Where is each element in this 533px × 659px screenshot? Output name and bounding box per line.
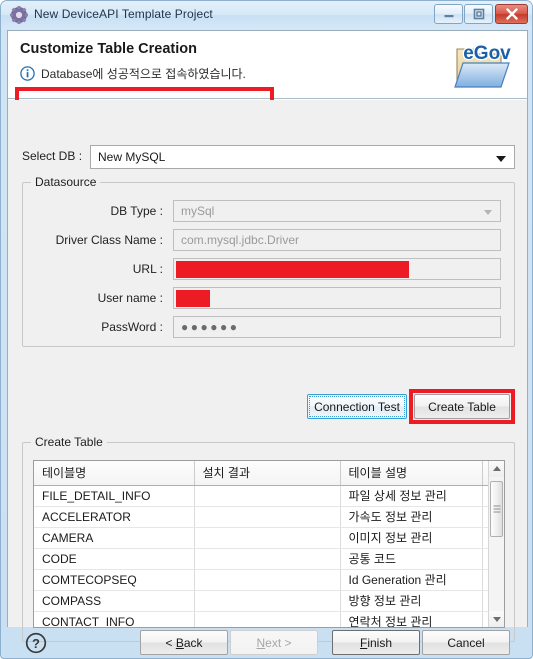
cell-install-result — [194, 506, 341, 528]
info-icon — [20, 66, 35, 81]
cell-table-desc: 가속도 정보 관리 — [340, 506, 483, 528]
table-list[interactable]: 테이블명 설치 결과 테이블 설명 FILE_DETAIL_INFO 파일 상세 … — [33, 460, 505, 628]
wizard-page: Customize Table Creation Database에 성공적으로… — [7, 30, 528, 642]
cell-table-desc: 연락처 정보 관리 — [340, 611, 483, 627]
create-table-button[interactable]: Create Table — [414, 394, 510, 419]
minimize-icon — [444, 15, 453, 18]
application-window: New DeviceAPI Template Project Customize… — [0, 0, 533, 659]
wizard-content: Select DB : New MySQL Datasource DB Type… — [8, 100, 527, 642]
table-row[interactable]: COMTECOPSEQ Id Generation 관리 — [34, 569, 492, 591]
datasource-legend: Datasource — [31, 175, 101, 189]
finish-button-label: Finish — [359, 635, 393, 650]
select-db-label: Select DB : — [22, 149, 83, 163]
cell-table-name: CODE — [34, 548, 195, 570]
table-row[interactable]: COMPASS 방향 정보 관리 — [34, 590, 492, 612]
restore-icon — [473, 8, 484, 20]
next-button: Next > — [230, 630, 318, 655]
table-row[interactable]: ACCELERATOR 가속도 정보 관리 — [34, 506, 492, 528]
cell-install-result — [194, 527, 341, 549]
finish-button[interactable]: Finish — [332, 630, 420, 655]
username-field[interactable] — [173, 287, 501, 309]
gear-icon — [10, 6, 28, 24]
cell-table-name: COMPASS — [34, 590, 195, 612]
caret-down-icon — [492, 617, 501, 622]
vertical-scrollbar[interactable] — [488, 461, 504, 627]
table-header-row: 테이블명 설치 결과 테이블 설명 — [34, 461, 492, 486]
egov-logo: eGov — [454, 42, 512, 88]
caret-up-icon — [492, 466, 501, 471]
url-redaction — [176, 261, 409, 278]
back-button-label: < Back — [165, 635, 203, 650]
back-button[interactable]: < Back — [140, 630, 228, 655]
restore-button[interactable] — [464, 4, 493, 24]
table-row[interactable]: CONTACT_INFO 연락처 정보 관리 — [34, 611, 492, 627]
password-field[interactable]: ●●●●●● — [173, 316, 501, 338]
select-db-combo[interactable]: New MySQL — [90, 145, 515, 169]
cancel-button[interactable]: Cancel — [422, 630, 510, 655]
create-table-group: Create Table 테이블명 설치 결과 테이블 설명 FILE_DETA… — [22, 435, 515, 642]
status-message: Database에 성공적으로 접속하였습니다. — [20, 64, 246, 83]
cell-table-desc: Id Generation 관리 — [340, 569, 483, 591]
scrollbar-thumb[interactable] — [490, 481, 503, 537]
window-title: New DeviceAPI Template Project — [34, 7, 213, 21]
cell-table-desc: 파일 상세 정보 관리 — [340, 485, 483, 507]
next-button-label: Next > — [256, 635, 292, 650]
cell-table-name: CONTACT_INFO — [34, 611, 195, 627]
wizard-header: Customize Table Creation Database에 성공적으로… — [8, 31, 527, 111]
egov-logo-text: eGov — [463, 43, 511, 64]
table-row[interactable]: CAMERA 이미지 정보 관리 — [34, 527, 492, 549]
create-table-legend: Create Table — [31, 435, 107, 449]
driver-class-label: Driver Class Name : — [55, 233, 163, 247]
password-value: ●●●●●● — [181, 320, 240, 334]
driver-class-field: com.mysql.jdbc.Driver — [173, 229, 501, 251]
wizard-button-bar: ? < Back Next > Finish Cancel — [7, 628, 528, 658]
url-label: URL : — [132, 262, 163, 276]
status-message-text: Database에 성공적으로 접속하였습니다. — [41, 67, 246, 81]
chevron-down-icon — [496, 156, 506, 162]
username-label: User name : — [97, 291, 163, 305]
db-type-field: mySql — [173, 200, 501, 222]
cell-table-desc: 이미지 정보 관리 — [340, 527, 483, 549]
cell-table-name: ACCELERATOR — [34, 506, 195, 528]
cell-install-result — [194, 485, 341, 507]
table-row[interactable]: FILE_DETAIL_INFO 파일 상세 정보 관리 — [34, 485, 492, 507]
cell-table-desc: 방향 정보 관리 — [340, 590, 483, 612]
db-type-value: mySql — [181, 204, 215, 218]
cell-install-result — [194, 611, 341, 627]
minimize-button[interactable] — [434, 4, 463, 24]
scroll-down-button[interactable] — [489, 611, 504, 627]
cell-install-result — [194, 590, 341, 612]
driver-class-value: com.mysql.jdbc.Driver — [181, 233, 300, 247]
url-field[interactable] — [173, 258, 501, 280]
password-label: PassWord : — [101, 320, 163, 334]
help-icon[interactable]: ? — [25, 632, 47, 654]
username-redaction — [176, 290, 210, 307]
cell-install-result — [194, 548, 341, 570]
page-title: Customize Table Creation — [20, 41, 197, 57]
cell-install-result — [194, 569, 341, 591]
svg-text:?: ? — [32, 636, 40, 651]
db-type-label: DB Type : — [110, 204, 163, 218]
title-bar: New DeviceAPI Template Project — [1, 1, 532, 29]
table-grid: 테이블명 설치 결과 테이블 설명 FILE_DETAIL_INFO 파일 상세 … — [34, 461, 492, 627]
connection-test-button[interactable]: Connection Test — [307, 394, 407, 419]
cell-table-desc: 공통 코드 — [340, 548, 483, 570]
column-header-table-name[interactable]: 테이블명 — [34, 461, 195, 486]
close-icon — [505, 8, 518, 20]
table-row[interactable]: CODE 공통 코드 — [34, 548, 492, 570]
cell-table-name: CAMERA — [34, 527, 195, 549]
cell-table-name: FILE_DETAIL_INFO — [34, 485, 195, 507]
datasource-group: Datasource DB Type : mySql Driver Class … — [22, 175, 515, 347]
chevron-down-icon — [484, 210, 492, 215]
column-header-install-result[interactable]: 설치 결과 — [194, 461, 341, 486]
select-db-value: New MySQL — [98, 150, 166, 164]
close-button[interactable] — [495, 4, 528, 24]
scrollbar-grip-icon — [493, 505, 500, 513]
scroll-up-button[interactable] — [489, 461, 504, 477]
cell-table-name: COMTECOPSEQ — [34, 569, 195, 591]
column-header-table-desc[interactable]: 테이블 설명 — [340, 461, 483, 486]
